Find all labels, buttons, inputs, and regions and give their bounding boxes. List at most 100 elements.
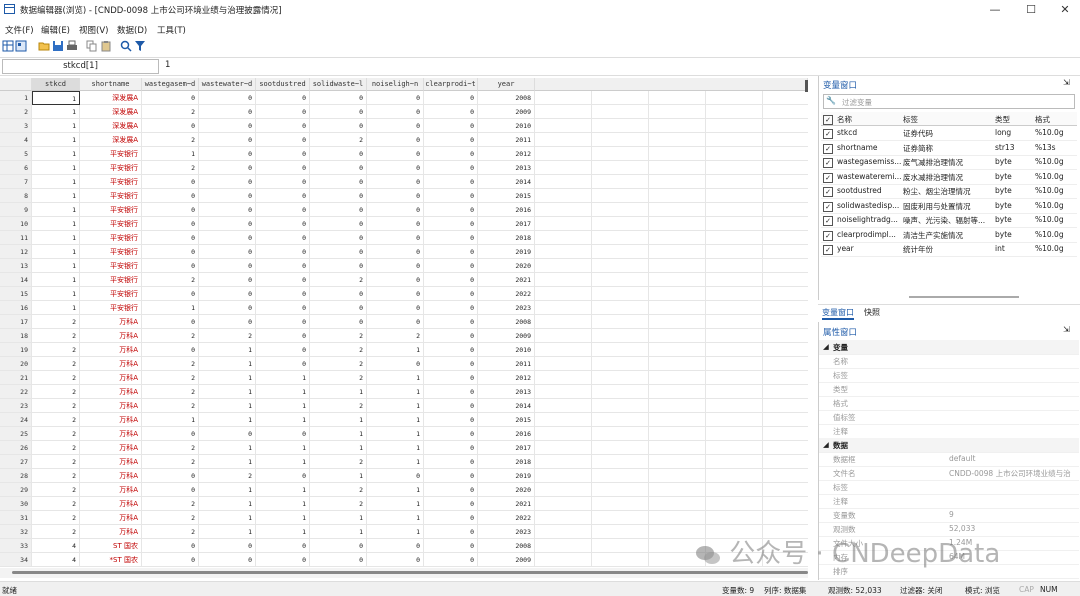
grid-cell[interactable]: 0: [367, 273, 424, 287]
grid-cell[interactable]: 0: [424, 273, 478, 287]
grid-cell[interactable]: 万科A: [80, 441, 142, 455]
row-number[interactable]: 3: [0, 119, 32, 133]
empty-cell[interactable]: [706, 259, 763, 273]
grid-cell[interactable]: 0: [199, 427, 256, 441]
table-row[interactable]: 17 2 万科A 0 0 0 0 0 0 2008: [0, 315, 808, 329]
table-row[interactable]: 25 2 万科A 0 0 0 1 1 0 2016: [0, 427, 808, 441]
grid-cell[interactable]: 2009: [478, 329, 535, 343]
search-icon[interactable]: [120, 40, 132, 52]
property-row[interactable]: 数据框 default: [819, 452, 1079, 467]
grid-cell[interactable]: 1: [367, 455, 424, 469]
empty-cell[interactable]: [592, 203, 649, 217]
grid-cell[interactable]: 平安银行: [80, 273, 142, 287]
grid-cell[interactable]: 0: [256, 231, 310, 245]
empty-cell[interactable]: [763, 259, 808, 273]
grid-cell[interactable]: 2: [310, 357, 367, 371]
property-row[interactable]: 文件名 CNDD-0098 上市公司环境业绩与治: [819, 466, 1079, 481]
empty-cell[interactable]: [649, 455, 706, 469]
grid-cell[interactable]: 0: [310, 301, 367, 315]
grid-cell[interactable]: 0: [424, 301, 478, 315]
grid-cell[interactable]: ST 国农: [80, 539, 142, 553]
grid-cell[interactable]: 1: [199, 483, 256, 497]
grid-cell[interactable]: 0: [424, 259, 478, 273]
table-row[interactable]: 10 1 平安银行 0 0 0 0 0 0 2017: [0, 217, 808, 231]
grid-cell[interactable]: 1: [256, 511, 310, 525]
empty-cell[interactable]: [592, 329, 649, 343]
empty-cell[interactable]: [592, 189, 649, 203]
grid-cell[interactable]: 0: [256, 315, 310, 329]
grid-cell[interactable]: 0: [424, 539, 478, 553]
row-number[interactable]: 25: [0, 427, 32, 441]
empty-cell[interactable]: [592, 119, 649, 133]
grid-cell[interactable]: 万科A: [80, 343, 142, 357]
empty-cell[interactable]: [592, 539, 649, 553]
variable-checkbox[interactable]: ✓: [823, 230, 833, 241]
column-header-wastewaterd[interactable]: wastewater~d: [199, 78, 256, 91]
col-type-header[interactable]: 类型: [995, 114, 1010, 125]
grid-cell[interactable]: 0: [310, 553, 367, 567]
grid-cell[interactable]: 0: [142, 539, 199, 553]
table-row[interactable]: 5 1 平安银行 1 0 0 0 0 0 2012: [0, 147, 808, 161]
grid-cell[interactable]: 0: [256, 273, 310, 287]
grid-cell[interactable]: 1: [199, 413, 256, 427]
grid-cell[interactable]: 平安银行: [80, 217, 142, 231]
grid-cell[interactable]: 万科A: [80, 385, 142, 399]
column-header-noiselighn[interactable]: noiseligh~n: [367, 78, 424, 91]
grid-cell[interactable]: 0: [424, 511, 478, 525]
grid-cell[interactable]: 0: [424, 231, 478, 245]
grid-cell[interactable]: 0: [310, 539, 367, 553]
empty-cell[interactable]: [592, 525, 649, 539]
grid-cell[interactable]: 2008: [478, 315, 535, 329]
grid-cell[interactable]: 0: [256, 343, 310, 357]
empty-cell[interactable]: [706, 119, 763, 133]
grid-cell[interactable]: 0: [367, 147, 424, 161]
empty-cell[interactable]: [649, 217, 706, 231]
grid-cell[interactable]: 0: [142, 287, 199, 301]
property-row[interactable]: 注释: [819, 494, 1079, 509]
row-number[interactable]: 14: [0, 273, 32, 287]
grid-cell[interactable]: 1: [32, 287, 80, 301]
grid-cell[interactable]: 0: [367, 259, 424, 273]
empty-cell[interactable]: [649, 91, 706, 105]
grid-cell[interactable]: 0: [310, 203, 367, 217]
grid-cell[interactable]: 1: [310, 413, 367, 427]
table-row[interactable]: 3 1 深发展A 0 0 0 0 0 0 2010: [0, 119, 808, 133]
grid-cell[interactable]: 0: [367, 119, 424, 133]
empty-cell[interactable]: [535, 399, 592, 413]
grid-cell[interactable]: 0: [424, 385, 478, 399]
grid-cell[interactable]: 1: [32, 105, 80, 119]
grid-cell[interactable]: 0: [310, 287, 367, 301]
table-row[interactable]: 24 2 万科A 1 1 1 1 1 0 2015: [0, 413, 808, 427]
grid-cell[interactable]: 2: [142, 273, 199, 287]
table-row[interactable]: 30 2 万科A 2 1 1 2 1 0 2021: [0, 497, 808, 511]
empty-cell[interactable]: [592, 231, 649, 245]
variable-checkbox[interactable]: ✓: [823, 245, 833, 255]
variable-row[interactable]: ✓ noiselightradg... 噪声、光污染、辐射等... byte %10.0…: [821, 213, 1077, 228]
empty-cell[interactable]: [763, 427, 808, 441]
empty-cell[interactable]: [763, 469, 808, 483]
empty-cell[interactable]: [706, 469, 763, 483]
column-header-solidwastel[interactable]: solidwaste~l: [310, 78, 367, 91]
empty-cell[interactable]: [535, 231, 592, 245]
variable-row[interactable]: ✓ year 统计年份 int %10.0g: [821, 242, 1077, 257]
grid-cell[interactable]: 1: [142, 413, 199, 427]
empty-cell[interactable]: [706, 329, 763, 343]
grid-cell[interactable]: 万科A: [80, 511, 142, 525]
horizontal-scrollbar[interactable]: [0, 568, 808, 578]
grid-cell[interactable]: 平安银行: [80, 301, 142, 315]
grid-cell[interactable]: 0: [142, 427, 199, 441]
grid-cell[interactable]: 1: [32, 175, 80, 189]
grid-cell[interactable]: 1: [256, 497, 310, 511]
grid-cell[interactable]: 1: [32, 147, 80, 161]
row-number[interactable]: 24: [0, 413, 32, 427]
grid-cell[interactable]: 0: [310, 217, 367, 231]
minimize-button[interactable]: —: [982, 2, 1008, 18]
column-header-shortname[interactable]: shortname: [80, 78, 142, 91]
row-number[interactable]: 4: [0, 133, 32, 147]
table-row[interactable]: 2 1 深发展A 2 0 0 0 0 0 2009: [0, 105, 808, 119]
empty-cell[interactable]: [763, 455, 808, 469]
empty-cell[interactable]: [592, 245, 649, 259]
grid-cell[interactable]: 2: [142, 441, 199, 455]
empty-cell[interactable]: [706, 301, 763, 315]
grid-cell[interactable]: 0: [424, 217, 478, 231]
